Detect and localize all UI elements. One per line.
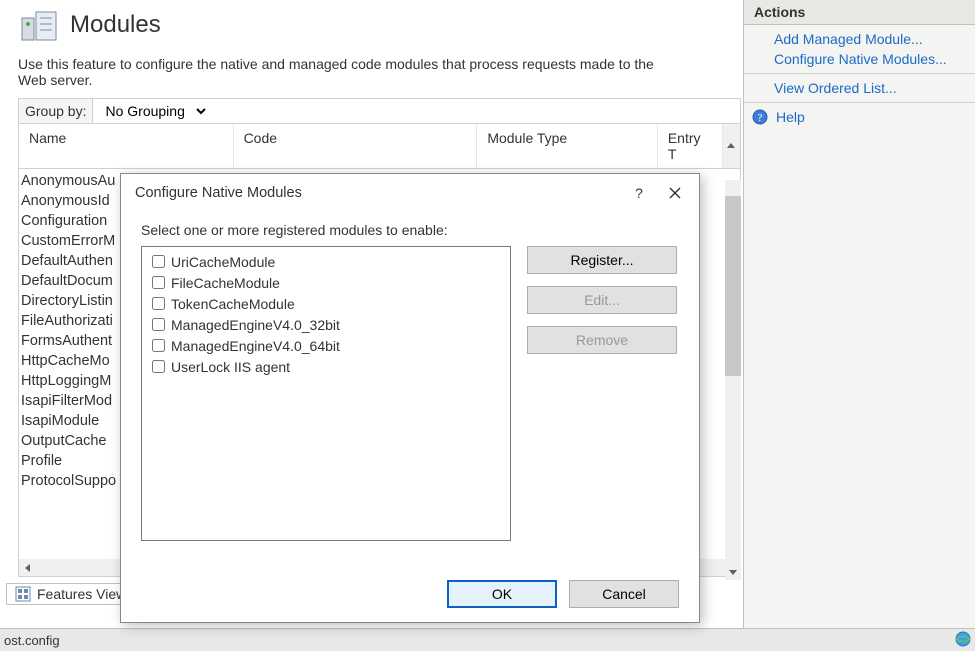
grid-header: Name Code Module Type Entry T: [18, 124, 741, 169]
features-view-tab[interactable]: Features View: [6, 583, 135, 605]
cancel-button[interactable]: Cancel: [569, 580, 679, 608]
module-name-label: UserLock IIS agent: [171, 359, 290, 375]
features-view-label: Features View: [37, 586, 126, 602]
status-bar: ost.config: [0, 628, 975, 651]
globe-icon: [955, 631, 971, 647]
configure-native-modules-dialog: Configure Native Modules ? Select one or…: [120, 173, 700, 623]
help-label: Help: [776, 109, 805, 125]
page-header: Modules: [0, 0, 743, 46]
module-checkbox[interactable]: [152, 255, 165, 268]
column-name[interactable]: Name: [19, 124, 234, 168]
modules-listbox[interactable]: UriCacheModule FileCacheModule TokenCacheM…: [141, 246, 511, 541]
column-module-type[interactable]: Module Type: [477, 124, 658, 168]
module-list-item[interactable]: TokenCacheModule: [148, 293, 504, 314]
dialog-instruction: Select one or more registered modules to…: [141, 222, 679, 238]
actions-title: Actions: [744, 0, 975, 25]
actions-pane: Actions Add Managed Module... Configure …: [743, 0, 975, 628]
module-name-label: ManagedEngineV4.0_32bit: [171, 317, 340, 333]
help-icon: ?: [752, 109, 768, 125]
action-configure-native-modules[interactable]: Configure Native Modules...: [744, 49, 975, 69]
action-add-managed-module[interactable]: Add Managed Module...: [744, 29, 975, 49]
module-list-item[interactable]: ManagedEngineV4.0_64bit: [148, 335, 504, 356]
ok-button[interactable]: OK: [447, 580, 557, 608]
dialog-title-text: Configure Native Modules: [135, 185, 302, 201]
dialog-titlebar[interactable]: Configure Native Modules ?: [121, 174, 699, 212]
close-icon: [669, 187, 681, 199]
module-name-label: TokenCacheModule: [171, 296, 295, 312]
module-checkbox[interactable]: [152, 339, 165, 352]
column-code[interactable]: Code: [234, 124, 478, 168]
module-checkbox[interactable]: [152, 318, 165, 331]
module-list-item[interactable]: ManagedEngineV4.0_32bit: [148, 314, 504, 335]
action-view-ordered-list[interactable]: View Ordered List...: [744, 78, 975, 98]
module-list-item[interactable]: UserLock IIS agent: [148, 356, 504, 377]
groupby-label: Group by:: [19, 99, 93, 123]
action-help[interactable]: ? Help: [744, 107, 975, 127]
scroll-left-icon[interactable]: [19, 559, 37, 576]
module-list-item[interactable]: FileCacheModule: [148, 272, 504, 293]
groupby-bar: Group by: No Grouping: [18, 98, 741, 124]
dialog-help-button[interactable]: ?: [621, 180, 657, 206]
module-name-label: UriCacheModule: [171, 254, 275, 270]
edit-button[interactable]: Edit...: [527, 286, 677, 314]
groupby-select[interactable]: No Grouping: [93, 99, 209, 123]
module-checkbox[interactable]: [152, 360, 165, 373]
module-list-item[interactable]: UriCacheModule: [148, 251, 504, 272]
vertical-scrollbar[interactable]: [725, 180, 741, 580]
register-button[interactable]: Register...: [527, 246, 677, 274]
module-checkbox[interactable]: [152, 276, 165, 289]
module-checkbox[interactable]: [152, 297, 165, 310]
status-text: ost.config: [4, 633, 60, 648]
modules-icon: [18, 4, 60, 46]
scroll-down-icon[interactable]: [725, 564, 741, 580]
scroll-up-icon[interactable]: [725, 180, 741, 196]
column-entry[interactable]: Entry T: [658, 124, 723, 168]
svg-text:?: ?: [758, 112, 763, 124]
features-view-icon: [15, 586, 31, 602]
page-title: Modules: [70, 11, 161, 39]
remove-button[interactable]: Remove: [527, 326, 677, 354]
dialog-close-button[interactable]: [657, 180, 693, 206]
page-description: Use this feature to configure the native…: [0, 46, 700, 92]
module-name-label: ManagedEngineV4.0_64bit: [171, 338, 340, 354]
module-name-label: FileCacheModule: [171, 275, 280, 291]
scrollbar-up-icon[interactable]: [723, 124, 741, 168]
scrollbar-thumb[interactable]: [725, 196, 741, 376]
